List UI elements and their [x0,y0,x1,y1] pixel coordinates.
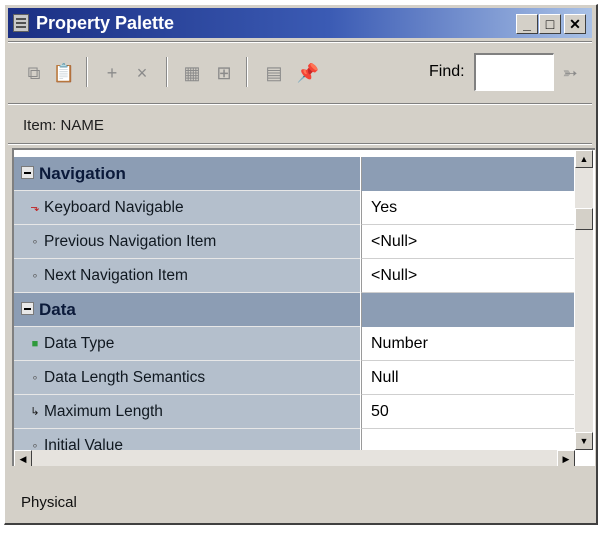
scroll-corner [575,450,593,466]
property-label: Keyboard Navigable [44,199,184,216]
property-row[interactable]: ⬎ Keyboard Navigable Yes [14,191,574,225]
property-value-cell[interactable]: Yes [361,191,574,225]
window-title: Property Palette [36,13,175,33]
app-icon [13,14,29,32]
status-bar: Physical [7,486,591,520]
set-marker-icon: ■ [31,338,39,350]
property-label: Data Length Semantics [44,369,206,386]
property-name-cell[interactable]: ∘ Next Navigation Item [14,259,360,293]
vertical-scrollbar[interactable]: ▲ ▼ [575,150,593,450]
freeze-pin-icon[interactable]: 📌 [296,61,320,85]
property-value-cell[interactable]: Null [361,361,574,395]
property-value-cell[interactable]: <Null> [361,259,574,293]
property-name-cell[interactable]: ↳ Maximum Length [14,395,360,429]
toolbar: ⧉ 📋 + × ▦ ⊞ ▤ 📌 Find: ➳ [8,43,592,101]
property-value-cell[interactable]: <Null> [361,225,574,259]
property-row[interactable]: ↳ Maximum Length 50 [14,395,574,429]
horizontal-scrollbar[interactable]: ◀ ▶ [14,450,575,466]
property-value-cell[interactable]: 50 [361,395,574,429]
scroll-right-button[interactable]: ▶ [557,450,575,466]
copy-properties-icon[interactable]: ⧉ [22,61,46,85]
property-label: Next Navigation Item [44,267,188,284]
scroll-thumb[interactable] [575,208,593,230]
toolbar-bottom-divider [8,103,592,105]
paste-properties-icon[interactable]: 📋 [52,61,76,85]
add-property-icon[interactable]: + [100,61,124,85]
default-marker-icon: ∘ [31,270,39,282]
scroll-down-button[interactable]: ▼ [575,432,593,450]
property-name-cell[interactable]: ■ Data Type [14,327,360,361]
title-bar[interactable]: Property Palette _ □ ✕ [8,8,592,38]
delete-property-icon[interactable]: × [130,61,154,85]
toolbar-separator [246,57,248,87]
property-row[interactable]: ∘ Previous Navigation Item <Null> [14,225,574,259]
item-context-label: Item: NAME [23,117,104,134]
category-row[interactable]: Navigation [14,157,574,191]
header-divider [8,143,592,145]
property-value-cell[interactable]: Number [361,327,574,361]
category-value-cell [361,293,574,327]
maximize-button[interactable]: □ [539,14,561,34]
category-row[interactable]: Data [14,293,574,327]
category-name-cell[interactable]: Navigation [14,157,360,191]
scroll-up-button[interactable]: ▲ [575,150,593,168]
find-next-icon[interactable]: ➳ [558,61,582,85]
category-value-cell [361,157,574,191]
inherit-icon[interactable]: ▤ [262,61,286,85]
union-intersection-icon[interactable]: ▦ [180,61,204,85]
property-name-cell[interactable]: ⬎ Keyboard Navigable [14,191,360,225]
property-label: Data Type [44,335,115,352]
scroll-left-button[interactable]: ◀ [14,450,32,466]
property-row[interactable]: ∘ Next Navigation Item <Null> [14,259,574,293]
property-label: Previous Navigation Item [44,233,217,250]
default-marker-icon: ∘ [31,372,39,384]
status-text: Physical [21,494,77,511]
property-label: Maximum Length [44,403,163,420]
category-label: Data [39,300,76,319]
property-grid: Navigation ⬎ Keyboard Navigable Yes ∘ Pr… [12,148,595,466]
close-button[interactable]: ✕ [564,14,586,34]
minimize-button[interactable]: _ [516,14,538,34]
changed-marker-icon: ⬎ [30,202,40,214]
find-label: Find: [429,63,465,80]
find-input[interactable] [474,53,554,91]
collapse-icon[interactable] [21,166,34,179]
property-class-icon[interactable]: ⊞ [212,61,236,85]
property-name-cell[interactable]: ∘ Previous Navigation Item [14,225,360,259]
default-marker-icon: ∘ [31,236,39,248]
property-name-cell[interactable]: ∘ Data Length Semantics [14,361,360,395]
toolbar-separator [166,57,168,87]
inherited-marker-icon: ↳ [30,406,40,418]
property-row[interactable]: ∘ Data Length Semantics Null [14,361,574,395]
toolbar-separator [86,57,88,87]
collapse-icon[interactable] [21,302,34,315]
category-label: Navigation [39,164,126,183]
property-row[interactable]: ■ Data Type Number [14,327,574,361]
category-name-cell[interactable]: Data [14,293,360,327]
